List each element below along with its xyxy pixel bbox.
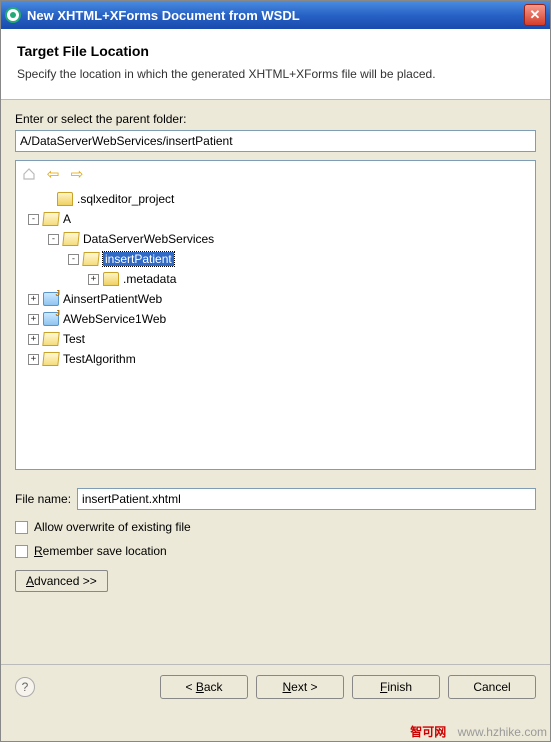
tree-node[interactable]: -A [22, 209, 529, 229]
watermark-url: www.hzhike.com [458, 725, 547, 739]
cancel-button[interactable]: Cancel [448, 675, 536, 699]
filename-label: File name: [15, 492, 71, 506]
expander-icon[interactable]: - [68, 254, 79, 265]
tree-node-label[interactable]: Test [63, 332, 85, 346]
filename-input[interactable] [77, 488, 536, 510]
tree-node-label[interactable]: .sqlxeditor_project [77, 192, 174, 206]
filename-row: File name: [15, 488, 536, 510]
app-icon [5, 7, 21, 23]
tree-node[interactable]: .sqlxeditor_project [22, 189, 529, 209]
folder-closed-icon [57, 192, 73, 206]
tree-node[interactable]: - insertPatient [22, 249, 529, 269]
tree-node-label[interactable]: AWebService1Web [63, 312, 166, 326]
folder-tree[interactable]: .sqlxeditor_project-A-DataServerWebServi… [16, 187, 535, 375]
watermark-brand: 智可网 [410, 725, 446, 739]
tree-node[interactable]: + .metadata [22, 269, 529, 289]
tree-node-label[interactable]: .metadata [123, 272, 176, 286]
page-title: Target File Location [17, 43, 534, 59]
tree-node-label[interactable]: A [63, 212, 71, 226]
folder-closed-icon [103, 272, 119, 286]
tree-node[interactable]: + AWebService1Web [22, 309, 529, 329]
folder-open-icon [62, 232, 79, 246]
folder-tree-container: ⇦ ⇨ .sqlxeditor_project-A-DataServerWebS… [15, 160, 536, 470]
tree-node-label[interactable]: insertPatient [103, 252, 174, 266]
advanced-button[interactable]: Advanced >> [15, 570, 108, 592]
finish-button[interactable]: Finish [352, 675, 440, 699]
title-bar: New XHTML+XForms Document from WSDL ✕ [1, 1, 550, 29]
watermark: 智可网 www.hzhike.com [410, 723, 547, 740]
tree-node[interactable]: + AinsertPatientWeb [22, 289, 529, 309]
tree-node[interactable]: + TestAlgorithm [22, 349, 529, 369]
overwrite-checkbox[interactable] [15, 521, 28, 534]
close-button[interactable]: ✕ [524, 4, 546, 26]
home-icon[interactable] [20, 165, 38, 183]
body-panel: Enter or select the parent folder: ⇦ ⇨ .… [1, 100, 550, 604]
next-button[interactable]: Next > [256, 675, 344, 699]
project-icon [43, 312, 59, 326]
remember-checkbox[interactable] [15, 545, 28, 558]
folder-open-icon [82, 252, 99, 266]
tree-node-label[interactable]: DataServerWebServices [83, 232, 214, 246]
forward-arrow-icon[interactable]: ⇨ [68, 165, 86, 183]
expander-icon[interactable]: + [28, 294, 39, 305]
footer: ? < Back Next > Finish Cancel [1, 665, 550, 713]
overwrite-row[interactable]: Allow overwrite of existing file [15, 520, 536, 534]
back-button[interactable]: < Back [160, 675, 248, 699]
project-icon [43, 292, 59, 306]
folder-open-icon [42, 332, 59, 346]
parent-folder-input[interactable] [15, 130, 536, 152]
overwrite-label: Allow overwrite of existing file [34, 520, 191, 534]
expander-icon[interactable]: - [28, 214, 39, 225]
expander-icon[interactable]: - [48, 234, 59, 245]
tree-node-label[interactable]: TestAlgorithm [63, 352, 136, 366]
help-icon: ? [22, 680, 29, 694]
spacer [1, 604, 550, 664]
close-icon: ✕ [530, 7, 541, 23]
expander-icon[interactable]: + [28, 314, 39, 325]
tree-node-label[interactable]: AinsertPatientWeb [63, 292, 162, 306]
help-button[interactable]: ? [15, 677, 35, 697]
back-arrow-icon[interactable]: ⇦ [44, 165, 62, 183]
expander-icon[interactable]: + [28, 334, 39, 345]
folder-open-icon [42, 352, 59, 366]
tree-node[interactable]: + Test [22, 329, 529, 349]
header-panel: Target File Location Specify the locatio… [1, 29, 550, 100]
parent-folder-label: Enter or select the parent folder: [15, 112, 536, 126]
page-description: Specify the location in which the genera… [17, 65, 534, 83]
window-title: New XHTML+XForms Document from WSDL [27, 8, 524, 23]
button-row: < Back Next > Finish Cancel [160, 675, 536, 699]
tree-node[interactable]: - DataServerWebServices [22, 229, 529, 249]
expander-icon[interactable]: + [88, 274, 99, 285]
remember-row[interactable]: Remember save location [15, 544, 536, 558]
expander-icon[interactable]: + [28, 354, 39, 365]
tree-toolbar: ⇦ ⇨ [16, 161, 535, 187]
remember-label: Remember save location [34, 544, 167, 558]
folder-open-icon [42, 212, 59, 226]
